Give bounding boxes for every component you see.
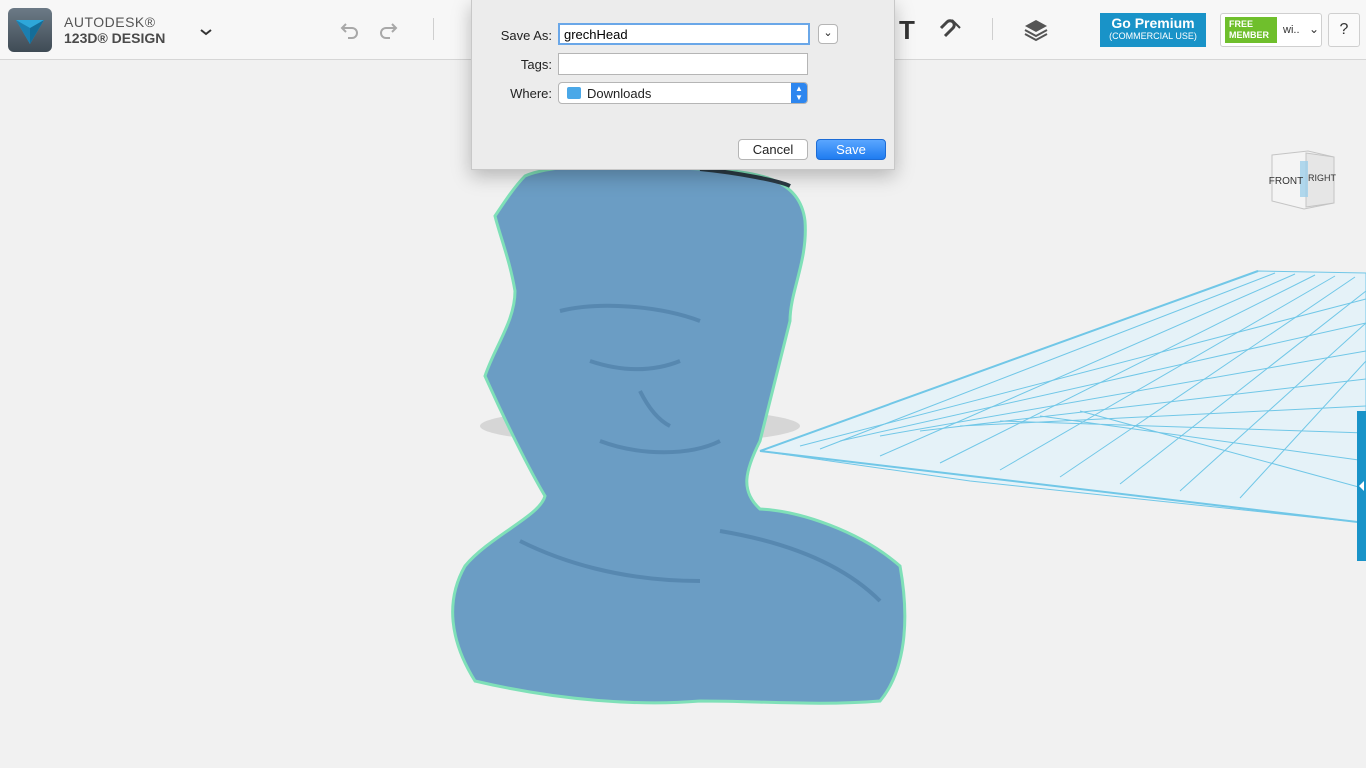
help-button[interactable]: ? (1328, 13, 1360, 47)
folder-icon (567, 87, 581, 99)
brand-line-2: 123D® DESIGN (64, 30, 166, 46)
view-cube-front-label: FRONT (1269, 176, 1303, 187)
text-tool-button[interactable]: T (893, 16, 921, 44)
save-button[interactable]: Save (816, 139, 886, 160)
updown-arrows-icon: ▲ ▼ (791, 83, 807, 103)
save-as-label: Save As: (500, 28, 552, 43)
brand-line-1: AUTODESK® (64, 14, 156, 30)
account-menu[interactable]: FREE MEMBER wi.. ⌄ (1220, 13, 1322, 47)
premium-title: Go Premium (1111, 15, 1195, 31)
redo-icon[interactable] (376, 16, 404, 44)
app-menu-chevron-down-icon[interactable] (196, 22, 216, 42)
badge-line-2: MEMBER (1229, 30, 1269, 40)
badge-line-1: FREE (1229, 19, 1254, 29)
tags-label: Tags: (520, 57, 552, 72)
go-premium-button[interactable]: Go Premium (COMMERCIAL USE) (1100, 13, 1206, 47)
app-brand: AUTODESK® 123D® DESIGN (64, 14, 165, 46)
toolbar-divider (433, 18, 434, 40)
view-cube[interactable]: FRONT RIGHT (1268, 147, 1340, 218)
toolbar-divider (992, 18, 993, 40)
premium-subtitle: (COMMERCIAL USE) (1109, 31, 1197, 41)
account-chevron-down-icon: ⌄ (1309, 22, 1320, 36)
username: wi.. (1283, 24, 1300, 36)
expand-dialog-chevron-down-icon[interactable]: ⌄ (818, 24, 838, 44)
magnet-icon[interactable] (936, 16, 964, 44)
free-member-badge: FREE MEMBER (1225, 17, 1277, 43)
where-select[interactable]: Downloads ▲ ▼ (558, 82, 808, 104)
where-label: Where: (510, 86, 552, 101)
save-dialog: Save As: ⌄ Tags: Where: Downloads ▲▼ Can… (471, 0, 895, 170)
app-logo-icon (8, 8, 52, 52)
where-select-value: Downloads (587, 86, 652, 101)
undo-icon[interactable] (334, 16, 362, 44)
side-panel-toggle[interactable] (1357, 411, 1366, 561)
cancel-button[interactable]: Cancel (738, 139, 808, 160)
view-cube-right-label: RIGHT (1308, 173, 1337, 183)
ground-grid (759, 270, 1366, 524)
layers-icon[interactable] (1022, 16, 1050, 44)
save-as-input[interactable] (558, 23, 810, 45)
tags-input[interactable] (558, 53, 808, 75)
